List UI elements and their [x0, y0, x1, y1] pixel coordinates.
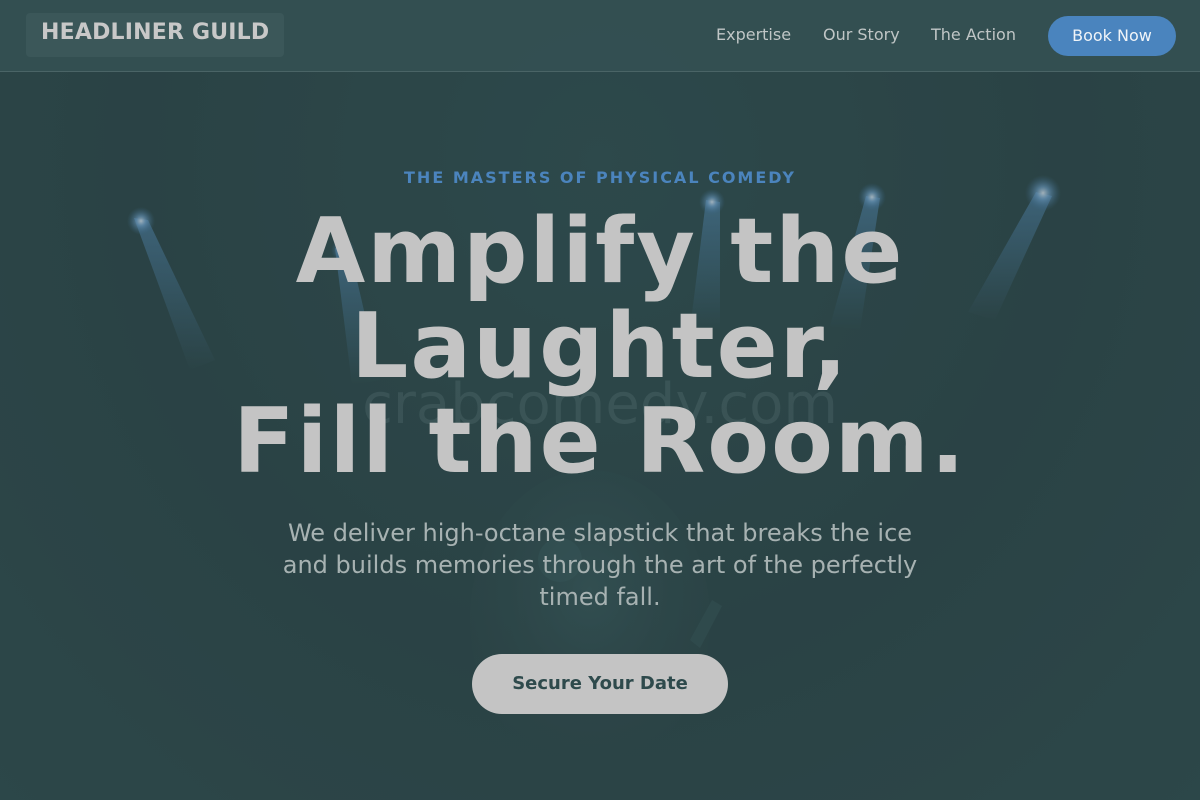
nav-link-expertise[interactable]: Expertise [716, 25, 791, 44]
hero-subtext: We deliver high-octane slapstick that br… [282, 519, 918, 611]
hero-eyebrow: THE MASTERS OF PHYSICAL COMEDY [404, 168, 796, 187]
nav-link-the-action[interactable]: The Action [931, 25, 1016, 44]
hero-headline: Amplify the Laughter, Fill the Room. [150, 204, 1050, 489]
secure-your-date-button[interactable]: Secure Your Date [472, 654, 728, 714]
book-now-button[interactable]: Book Now [1048, 16, 1176, 56]
headline-line-1: Amplify the [295, 199, 905, 304]
site-header: HEADLINER GUILD Expertise Our Story The … [0, 0, 1200, 72]
nav-link-our-story[interactable]: Our Story [823, 25, 900, 44]
headline-line-2: Laughter, [350, 294, 850, 399]
brand-logo[interactable]: HEADLINER GUILD [41, 20, 269, 45]
headline-line-3: Fill the Room. [233, 389, 967, 494]
